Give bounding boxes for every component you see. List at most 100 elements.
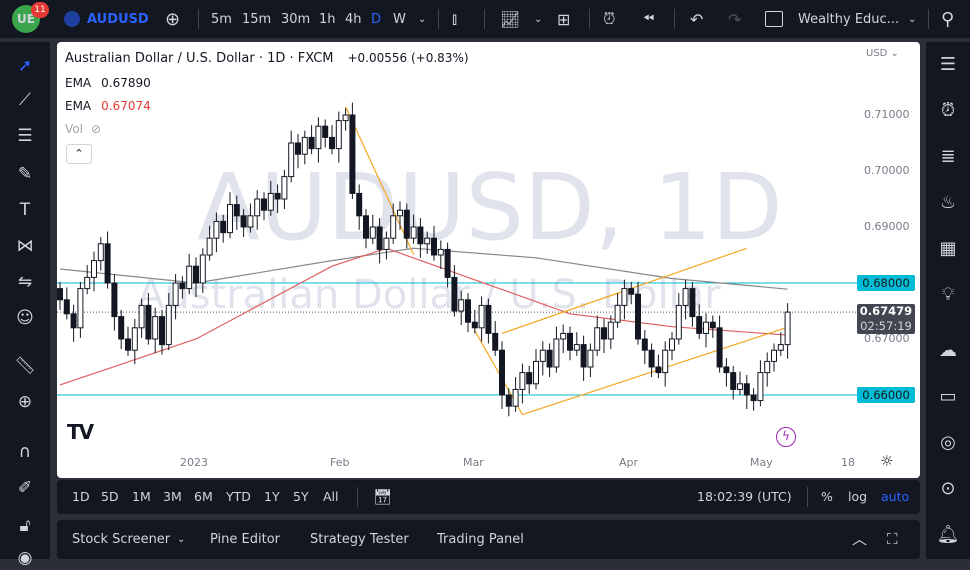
interval-5m[interactable]: 5m <box>211 0 232 38</box>
interval-30m[interactable]: 30m <box>281 0 310 38</box>
indicators-icon[interactable]: 📈︎ <box>500 0 520 38</box>
indicators-chevron-down-icon[interactable]: ⌄ <box>534 0 542 38</box>
tab-pine-editor[interactable]: Pine Editor <box>210 520 280 559</box>
interval-15m[interactable]: 15m <box>242 0 271 38</box>
undo-icon[interactable]: ↶ <box>690 0 703 38</box>
pattern-icon[interactable]: ⋈ <box>13 234 37 258</box>
ruler-icon[interactable]: 📏︎ <box>13 354 37 378</box>
lightning-icon[interactable]: ϟ <box>776 427 796 447</box>
alarm-add-icon[interactable]: ⏰︎ <box>603 0 615 38</box>
candle-down <box>125 338 131 351</box>
candle-up <box>199 254 206 284</box>
currency-selector[interactable]: USD ⌄ <box>866 48 899 59</box>
ema1-label[interactable]: EMA <box>65 76 91 90</box>
ideas-bulb-icon[interactable]: 💡︎ <box>934 281 962 309</box>
candle-up <box>437 248 444 256</box>
list-add-icon[interactable]: ≣ <box>934 143 962 171</box>
streams-icon[interactable]: ◎ <box>934 429 962 457</box>
calendar-icon[interactable]: ▦ <box>934 235 962 263</box>
range-1m[interactable]: 1M <box>132 480 151 514</box>
trendline <box>522 326 788 416</box>
chart-pane[interactable]: AUDUSD, 1D Australian Dollar / U.S. Doll… <box>57 42 920 478</box>
time-tick: Apr <box>619 456 639 469</box>
interval-1h[interactable]: 1h <box>319 0 336 38</box>
trendline-icon[interactable]: ⟋ <box>13 88 37 112</box>
candle-down <box>111 282 118 318</box>
settings-gear-icon[interactable]: ☼ <box>880 452 893 470</box>
layout-chevron-down-icon[interactable]: ⌄ <box>908 0 916 38</box>
candle-down <box>689 288 696 318</box>
clock[interactable]: 18:02:39 (UTC) <box>697 480 792 514</box>
expand-panel-icon[interactable]: ︿ <box>852 520 867 559</box>
watchlist-icon[interactable]: ☰ <box>934 51 962 79</box>
tab-stock-screener[interactable]: Stock Screener <box>72 520 170 559</box>
search-icon[interactable]: ⚲ <box>941 0 954 38</box>
candle-up <box>186 265 193 290</box>
interval-w[interactable]: W <box>393 0 406 38</box>
tab-strategy-tester[interactable]: Strategy Tester <box>310 520 409 559</box>
hotlist-fire-icon[interactable]: ♨ <box>934 189 962 217</box>
candle-down <box>451 276 458 312</box>
eye-icon[interactable]: ◉ <box>13 546 37 570</box>
candle-up <box>777 344 784 351</box>
zoom-in-icon[interactable]: ⊕ <box>13 390 37 414</box>
range-3m[interactable]: 3M <box>163 480 182 514</box>
hidden-eye-icon[interactable]: ⊘ <box>91 122 101 136</box>
candle-down <box>104 243 111 284</box>
lock-icon[interactable]: 🔓︎ <box>13 514 37 538</box>
candle-down <box>376 226 383 250</box>
collapse-legend-button[interactable]: ⌃ <box>66 144 92 164</box>
tab-trading-panel[interactable]: Trading Panel <box>437 520 524 559</box>
candle-up <box>152 316 159 340</box>
redo-icon[interactable]: ↷ <box>728 0 741 38</box>
layout-name[interactable]: Wealthy Educ... <box>798 0 899 38</box>
interval-4h[interactable]: 4h <box>345 0 362 38</box>
range-all[interactable]: All <box>323 480 339 514</box>
layout-grid-icon[interactable]: ⊞ <box>557 0 570 38</box>
candle-down <box>601 327 607 340</box>
last-price: 0.67479 <box>859 304 913 318</box>
range-1d[interactable]: 1D <box>72 480 90 514</box>
vol-label[interactable]: Vol <box>65 122 83 136</box>
fib-icon[interactable]: ☰ <box>13 124 37 148</box>
magnet-icon[interactable]: ∩ <box>13 440 37 464</box>
messages-icon[interactable]: ▭ <box>934 383 962 411</box>
range-5y[interactable]: 5Y <box>293 480 309 514</box>
percent-toggle[interactable]: % <box>821 480 833 514</box>
screener-chevron-down-icon[interactable]: ⌄ <box>177 520 185 559</box>
range-5d[interactable]: 5D <box>101 480 119 514</box>
candle-down <box>641 338 648 351</box>
range-ytd[interactable]: YTD <box>226 480 251 514</box>
tradingview-logo[interactable]: TV <box>67 420 94 444</box>
replay-icon[interactable]: ⏪︎ <box>643 0 654 38</box>
maximize-panel-icon[interactable]: ⛶ <box>887 520 898 559</box>
candle-up <box>560 332 567 340</box>
range-6m[interactable]: 6M <box>194 480 213 514</box>
interval-d[interactable]: D <box>371 0 381 38</box>
emoji-icon[interactable]: ☺ <box>13 306 37 330</box>
text-icon[interactable]: T <box>13 198 37 222</box>
candle-down <box>322 125 329 138</box>
add-symbol-icon[interactable]: ⊕ <box>165 0 180 38</box>
alarm-icon[interactable]: ⏰︎ <box>934 97 962 125</box>
interval-chevron-down-icon[interactable]: ⌄ <box>418 0 426 38</box>
chat-cloud-icon[interactable]: ☁ <box>934 337 962 365</box>
candle-down <box>471 321 478 329</box>
goto-date-icon[interactable]: 📅︎ <box>373 480 392 514</box>
range-1y[interactable]: 1Y <box>264 480 280 514</box>
candle-up <box>165 304 172 346</box>
brush-icon[interactable]: ✎ <box>13 162 37 186</box>
forecast-icon[interactable]: ⇋ <box>13 270 37 294</box>
cursor-icon[interactable]: ➚ <box>13 54 37 78</box>
auto-toggle[interactable]: auto <box>881 480 909 514</box>
symbol-search[interactable]: AUDUSD <box>87 0 149 38</box>
notifications-bell-icon[interactable]: 🔔︎ <box>934 521 962 549</box>
ema2-label[interactable]: EMA <box>65 99 91 113</box>
broadcast-icon[interactable]: ⊙ <box>934 475 962 503</box>
candle-up <box>478 304 485 329</box>
candles-icon[interactable]: ⫾ <box>452 0 457 38</box>
price-plot[interactable] <box>57 42 920 478</box>
fullscreen-box-icon[interactable] <box>765 0 783 38</box>
log-toggle[interactable]: log <box>848 480 867 514</box>
lock-drawings-icon[interactable]: ✐ <box>13 476 37 500</box>
